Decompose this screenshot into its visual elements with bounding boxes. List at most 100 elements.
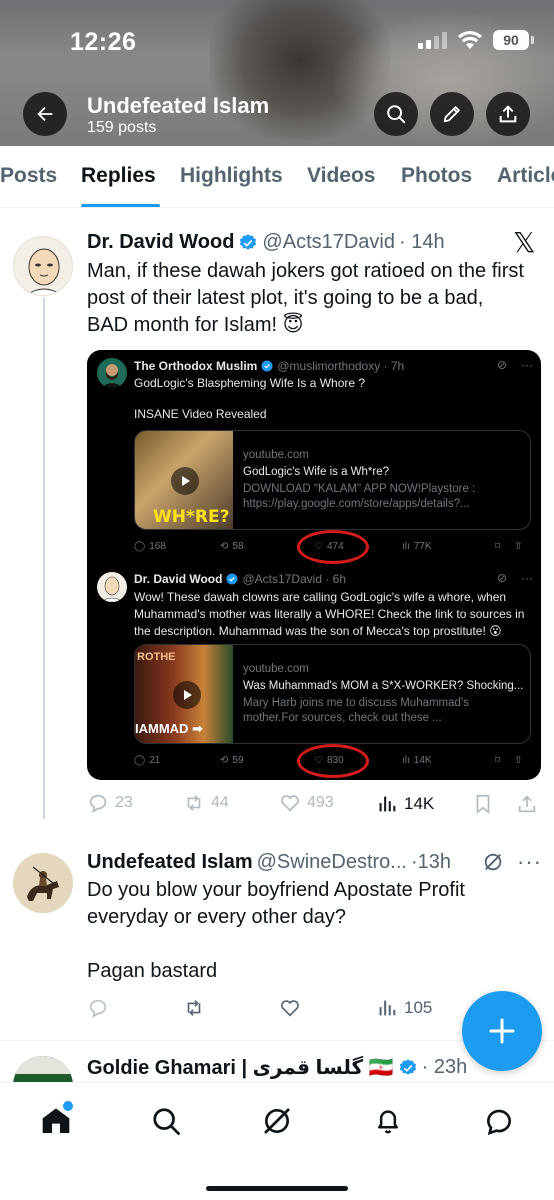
search-icon xyxy=(153,1108,180,1135)
tweet-time: ·13h xyxy=(410,851,451,873)
tab-videos[interactable]: Videos xyxy=(307,164,375,188)
like-count: 493 xyxy=(307,794,334,811)
embed-bookmark-share: ⌑ ⇧ xyxy=(495,755,523,766)
card-domain: youtube.com xyxy=(243,449,309,461)
reply-icon xyxy=(89,794,107,813)
embed-author-handle: @Acts17David · 6h xyxy=(242,572,347,586)
nav-notifications[interactable] xyxy=(368,1101,408,1141)
thumbnail-text: IAMMAD ➡ xyxy=(135,721,203,736)
tweet-text-line-1: Do you blow your boyfriend Apostate Prof… xyxy=(87,879,465,901)
avatar[interactable] xyxy=(13,853,73,913)
author-name[interactable]: Dr. David Wood xyxy=(87,231,234,254)
nav-messages[interactable] xyxy=(479,1101,519,1141)
back-button[interactable] xyxy=(23,92,67,136)
views-icon xyxy=(379,1000,396,1016)
card-description: Mary Harb joins me to discuss Muhammad's… xyxy=(243,697,469,724)
embed-post-text: GodLogic's Blaspheming Wife Is a Whore ? xyxy=(134,376,366,390)
embed-post-text: Wow! These dawah clowns are calling GodL… xyxy=(134,590,525,638)
tab-highlights[interactable]: Highlights xyxy=(180,164,283,188)
nav-home[interactable] xyxy=(36,1101,76,1141)
grok-icon: ⊘ xyxy=(497,358,508,372)
tweet-time: · 23h xyxy=(421,1056,468,1078)
nav-search[interactable] xyxy=(146,1101,186,1141)
embed-repost-count: ⟲ 58 xyxy=(220,541,244,552)
bell-icon xyxy=(378,1110,398,1134)
verified-badge-icon xyxy=(226,573,238,585)
thread-line xyxy=(43,297,45,819)
tab-photos[interactable]: Photos xyxy=(401,164,472,188)
play-icon xyxy=(173,681,201,709)
share-tweet-button[interactable] xyxy=(516,793,538,820)
embed-reply-count: ◯ 168 xyxy=(134,541,166,552)
like-button[interactable] xyxy=(279,997,301,1019)
home-indicator xyxy=(206,1186,348,1191)
battery-level: 90 xyxy=(493,30,529,50)
tab-articles[interactable]: Articles xyxy=(497,164,554,188)
verified-badge-icon xyxy=(261,360,273,372)
tab-replies[interactable]: Replies xyxy=(81,164,156,188)
search-button[interactable] xyxy=(374,92,418,136)
nav-grok[interactable] xyxy=(257,1101,297,1141)
thumbnail-sign-text: ROTHE xyxy=(137,651,176,663)
avatar[interactable] xyxy=(13,236,73,296)
view-count: 105 xyxy=(404,998,433,1017)
tweet-text: Man, if these dawah jokers got ratioed o… xyxy=(87,260,524,336)
views-icon xyxy=(379,796,396,812)
wifi-icon xyxy=(458,31,482,49)
grok-icon xyxy=(264,1108,290,1134)
embed-author-name: The Orthodox Muslim xyxy=(134,359,258,373)
status-time: 12:26 xyxy=(70,28,137,56)
thumbnail-text: WH*RE? xyxy=(153,507,230,527)
x-logo-icon: 𝕏 xyxy=(513,227,536,258)
grok-button[interactable] xyxy=(482,851,504,878)
share-button[interactable] xyxy=(486,92,530,136)
embed-bookmark-share: ⌑ ⇧ xyxy=(495,541,523,552)
edit-button[interactable] xyxy=(430,92,474,136)
person-avatar-image xyxy=(101,364,123,388)
reply-count: 23 xyxy=(115,794,133,811)
grok-icon xyxy=(484,853,502,871)
repost-button[interactable]: 44 xyxy=(183,792,229,814)
card-description: DOWNLOAD "KALAM" APP NOW!Playstore : htt… xyxy=(243,483,476,510)
author-name[interactable]: Undefeated Islam xyxy=(87,851,253,874)
share-icon xyxy=(518,795,536,813)
reply-button[interactable] xyxy=(87,997,109,1019)
embed-post-text-2: INSANE Video Revealed xyxy=(134,407,267,421)
embed-reply-count: ◯ 21 xyxy=(134,755,161,766)
bookmark-icon xyxy=(476,794,490,815)
author-name[interactable]: Goldie Ghamari | گلسا قمری 🇮🇷 xyxy=(87,1055,394,1080)
post-count: 159 posts xyxy=(87,119,157,136)
video-thumbnail: WH*RE? xyxy=(135,431,233,529)
embedded-screenshot[interactable]: The Orthodox Muslim @muslimorthodoxy · 7… xyxy=(87,350,541,780)
battery-icon: 90 xyxy=(493,30,534,50)
author-handle[interactable]: @SwineDestro... xyxy=(257,851,407,874)
cellular-signal-icon xyxy=(418,31,447,49)
repost-button[interactable] xyxy=(183,997,205,1019)
link-card: ROTHE IAMMAD ➡ youtube.com Was Muhammad'… xyxy=(134,644,531,744)
card-domain: youtube.com xyxy=(243,663,309,675)
compose-fab-button[interactable] xyxy=(462,991,542,1071)
more-options-icon[interactable]: ··· xyxy=(517,849,542,875)
verified-badge-icon xyxy=(399,1058,416,1075)
tweet-header: Goldie Ghamari | گلسا قمری 🇮🇷 · 23h xyxy=(87,1055,467,1080)
message-icon xyxy=(486,1109,511,1136)
embed-post-menu: ⊘ ··· xyxy=(497,358,533,372)
notification-dot xyxy=(63,1101,73,1111)
views-button[interactable]: 105 xyxy=(376,997,432,1019)
verified-badge-icon xyxy=(240,233,257,250)
repost-icon xyxy=(187,795,201,811)
status-icons: 90 xyxy=(418,30,534,50)
tab-posts[interactable]: Posts xyxy=(0,164,57,188)
bookmark-button[interactable] xyxy=(472,793,494,820)
author-handle[interactable]: @Acts17David xyxy=(262,231,395,254)
plus-icon xyxy=(489,1018,515,1044)
more-icon: ··· xyxy=(521,571,534,585)
tweet-text-line-3: Pagan bastard xyxy=(87,960,218,982)
like-button[interactable]: 493 xyxy=(279,792,334,814)
cartoon-avatar-image xyxy=(100,576,124,602)
reply-button[interactable]: 23 xyxy=(87,792,133,814)
views-button[interactable]: 14K xyxy=(376,793,434,815)
embed-post-menu: ⊘ ··· xyxy=(497,571,533,585)
search-icon xyxy=(387,105,406,124)
embed-view-count: ılı 14K xyxy=(402,755,432,766)
